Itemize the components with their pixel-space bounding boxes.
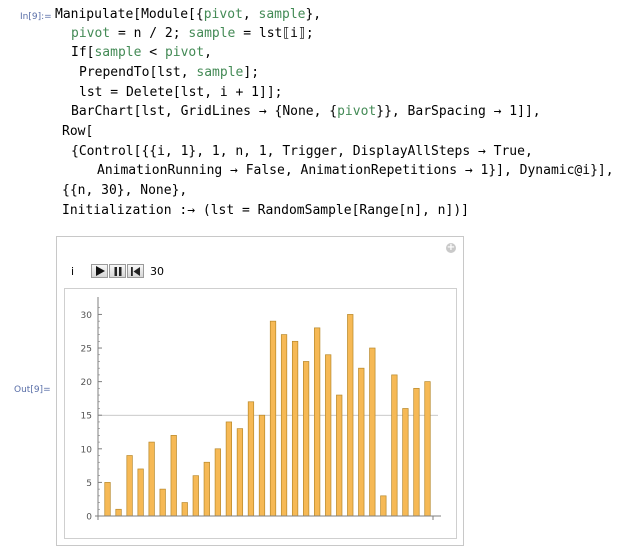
code-line: AnimationRunning → False, AnimationRepet…: [97, 163, 614, 178]
bar: [413, 387, 420, 517]
bar: [258, 414, 266, 517]
code-token: ];: [243, 65, 260, 80]
code-token: sample: [258, 7, 306, 22]
bar: [104, 482, 111, 517]
bar: [214, 448, 221, 517]
play-button[interactable]: [91, 264, 108, 278]
code-token: Initialization :→ (lst = RandomSample[Ra…: [62, 203, 469, 218]
bar: [347, 314, 354, 517]
code-line: BarChart[lst, GridLines → {None, {pivot}…: [71, 104, 541, 119]
code-token: If[: [71, 45, 95, 60]
code-token: pivot: [203, 7, 243, 22]
code-token: lst = Delete[lst, i + 1]];: [79, 85, 283, 100]
bar: [280, 334, 288, 517]
control-value: 30: [150, 264, 164, 278]
bar: [303, 361, 310, 517]
code-token: sample: [94, 45, 142, 60]
y-tick-label: 0: [86, 513, 92, 523]
bar: [148, 441, 155, 517]
y-tick-label: 25: [81, 345, 92, 355]
code-token: Manipulate[Module[{: [55, 7, 204, 22]
pause-icon: [114, 266, 121, 276]
reset-button[interactable]: [127, 264, 144, 278]
y-tick-label: 5: [86, 479, 92, 489]
bar: [391, 374, 398, 517]
code-line: {Control[{{i, 1}, 1, n, 1, Trigger, Disp…: [71, 144, 533, 159]
code-token: pivot: [337, 104, 377, 119]
bar: [314, 327, 321, 517]
bar-chart: 0 5 10 15 20 25 30: [81, 297, 441, 523]
code-line: Initialization :→ (lst = RandomSample[Ra…: [62, 203, 469, 218]
code-token: = lst⟦i⟧;: [235, 26, 314, 41]
bar: [115, 508, 122, 517]
code-line: {{n, 30}, None},: [62, 183, 187, 198]
code-token: },: [305, 7, 322, 22]
y-tick-label: 30: [81, 311, 93, 321]
code-line: Row[: [62, 124, 93, 139]
bar: [402, 408, 409, 517]
code-token: pivot: [164, 45, 205, 60]
reset-icon: [131, 266, 140, 276]
code-line: PrependTo[lst, sample];: [79, 65, 259, 80]
bar: [159, 488, 166, 517]
input-cell-label: In[9]:=: [20, 12, 52, 22]
y-tick-label: 10: [81, 445, 93, 455]
code-token: {Control[{{i, 1}, 1, n, 1, Trigger, Disp…: [71, 144, 533, 159]
bar: [291, 340, 299, 517]
control-variable-label: i: [71, 264, 75, 278]
code-token: sample: [188, 26, 236, 41]
bar: [247, 401, 255, 517]
code-token: BarChart[lst, GridLines → {None, {: [71, 104, 338, 119]
bar: [170, 435, 177, 517]
code-token: pivot: [71, 26, 111, 41]
bar: [126, 455, 133, 517]
plus-icon[interactable]: +: [446, 243, 456, 253]
bar: [336, 394, 343, 517]
bar: [225, 421, 233, 517]
code-line: pivot = n / 2; sample = lst⟦i⟧;: [71, 26, 314, 41]
code-line: If[sample < pivot,: [71, 45, 212, 60]
code-line: lst = Delete[lst, i + 1]];: [79, 85, 283, 100]
bar: [236, 428, 244, 517]
bar-chart-panel: 0 5 10 15 20 25 30: [64, 288, 457, 539]
code-token: Row[: [62, 124, 94, 139]
y-tick-label: 20: [81, 378, 93, 388]
code-token: PrependTo[lst,: [79, 65, 197, 80]
bar: [424, 381, 431, 517]
bar: [137, 468, 144, 517]
bar: [325, 354, 332, 517]
code-token: <: [141, 45, 165, 60]
code-token: AnimationRunning → False, AnimationRepet…: [97, 163, 614, 178]
bar: [192, 475, 199, 517]
bar: [269, 320, 277, 517]
bar: [380, 495, 387, 517]
code-token: {{n, 30}, None},: [62, 183, 188, 198]
pause-button[interactable]: [109, 264, 126, 278]
bar: [181, 502, 188, 517]
code-line: Manipulate[Module[{pivot, sample},: [55, 7, 321, 22]
bar: [369, 347, 376, 517]
code-token: = n / 2;: [110, 26, 189, 41]
code-token: sample: [196, 65, 244, 80]
y-tick-label: 15: [81, 412, 92, 422]
code-token: ,: [242, 7, 259, 22]
manipulate-output: + i 30 0 5 10 15 20 25 30: [56, 236, 464, 546]
code-token: ,: [204, 45, 212, 60]
bar: [203, 461, 210, 517]
bar: [358, 367, 365, 517]
code-token: }}, BarSpacing → 1]],: [376, 104, 541, 119]
play-icon: [95, 266, 105, 276]
control-row: i 30: [71, 263, 164, 279]
output-cell-label: Out[9]=: [14, 385, 51, 395]
